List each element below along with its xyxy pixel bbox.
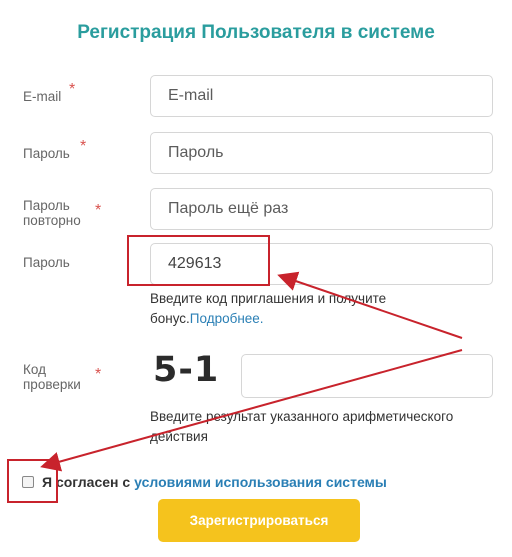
password-repeat-label: Пароль повторно [23, 198, 81, 228]
invite-hint: Введите код приглашения и получите бонус… [150, 289, 450, 329]
captcha-image: 5-1 [153, 350, 220, 390]
invite-hint-text: Введите код приглашения и получите бонус… [150, 291, 387, 326]
captcha-label: Код проверки [23, 362, 81, 392]
email-label: E-mail [23, 89, 62, 104]
register-button[interactable]: Зарегистрироваться [158, 499, 360, 542]
required-mark: * [69, 81, 76, 98]
required-mark: * [95, 366, 102, 383]
captcha-hint: Введите результат указанного арифметичес… [150, 409, 454, 444]
agree-row: Я согласен с условиями использования сис… [22, 474, 387, 490]
invite-more-link[interactable]: Подробнее. [190, 311, 264, 326]
terms-link[interactable]: условиями использования системы [134, 474, 387, 490]
page-title: Регистрация Пользователя в системе [77, 22, 435, 43]
password-repeat-field[interactable] [150, 188, 493, 230]
password-label: Пароль [23, 146, 70, 161]
invite-code-label: Пароль [23, 255, 70, 270]
email-field[interactable] [150, 75, 493, 117]
annotation-box-invite [127, 235, 270, 286]
captcha-input[interactable] [241, 354, 493, 398]
password-field[interactable] [150, 132, 493, 174]
required-mark: * [95, 202, 102, 219]
required-mark: * [80, 138, 87, 155]
annotation-box-checkbox [7, 459, 58, 503]
